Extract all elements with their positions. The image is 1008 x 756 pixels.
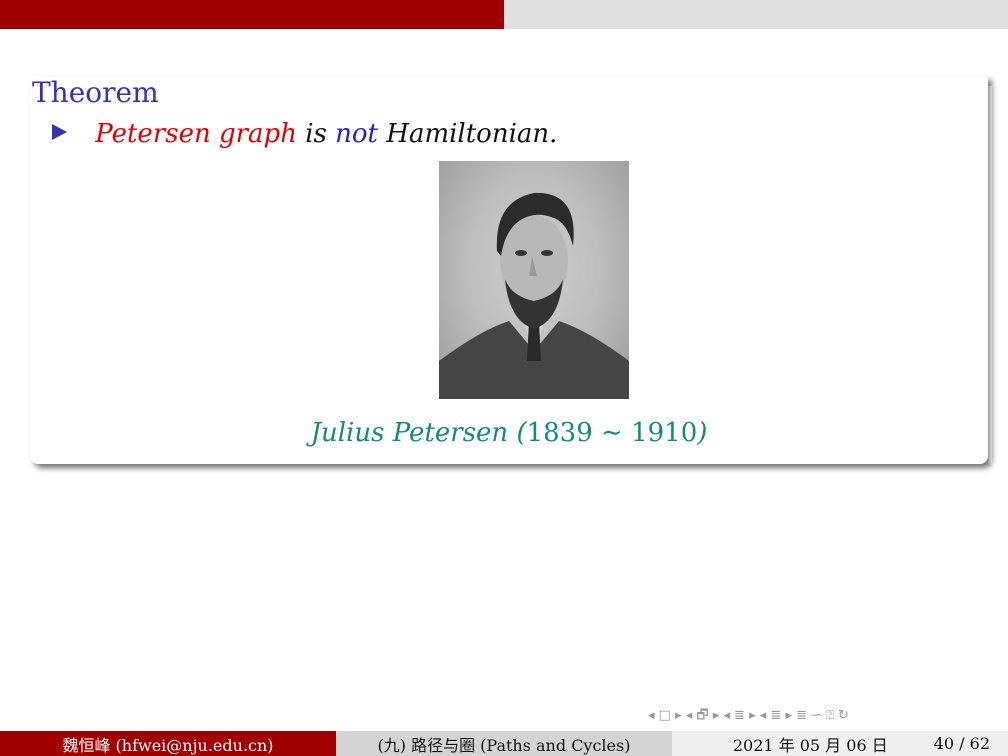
footer-date-page: 2021 年 05 月 06 日 40 / 62 <box>672 731 1008 756</box>
caption-close: ) <box>697 418 708 448</box>
caption-years: 1839 ∼ 1910 <box>526 418 698 448</box>
navigation-controls[interactable]: ◂ □ ▸ ◂ 🗗 ▸ ◂ ≣ ▸ ◂ ≣ ▸ ≣ ∽ ⍰ ↻ <box>648 706 849 728</box>
footer-title: (九) 路径与圈 (Paths and Cycles) <box>336 731 672 756</box>
portrait-photo <box>439 161 629 399</box>
progress-fill <box>0 0 504 29</box>
portrait-illustration <box>439 192 629 399</box>
statement-subject: Petersen graph <box>95 119 297 149</box>
statement-predicate: Hamiltonian. <box>378 119 558 149</box>
statement-negation: not <box>335 119 378 149</box>
caption-name: Julius Petersen ( <box>310 418 527 448</box>
theorem-block: Theorem Petersen graph is not Hamiltonia… <box>30 76 992 466</box>
footer-author: 魏恒峰 (hfwei@nju.edu.cn) <box>0 731 336 756</box>
progress-bar <box>0 0 1008 29</box>
statement-verb: is <box>296 119 336 149</box>
bullet-triangle-icon <box>52 124 67 140</box>
portrait-caption: Julius Petersen (1839 ∼ 1910) <box>30 418 988 448</box>
theorem-statement: Petersen graph is not Hamiltonian. <box>52 119 557 149</box>
footer: 魏恒峰 (hfwei@nju.edu.cn) (九) 路径与圈 (Paths a… <box>0 731 1008 756</box>
theorem-title: Theorem <box>32 76 159 109</box>
footer-date: 2021 年 05 月 06 日 <box>732 735 888 755</box>
footer-page-number: 40 / 62 <box>933 734 990 753</box>
